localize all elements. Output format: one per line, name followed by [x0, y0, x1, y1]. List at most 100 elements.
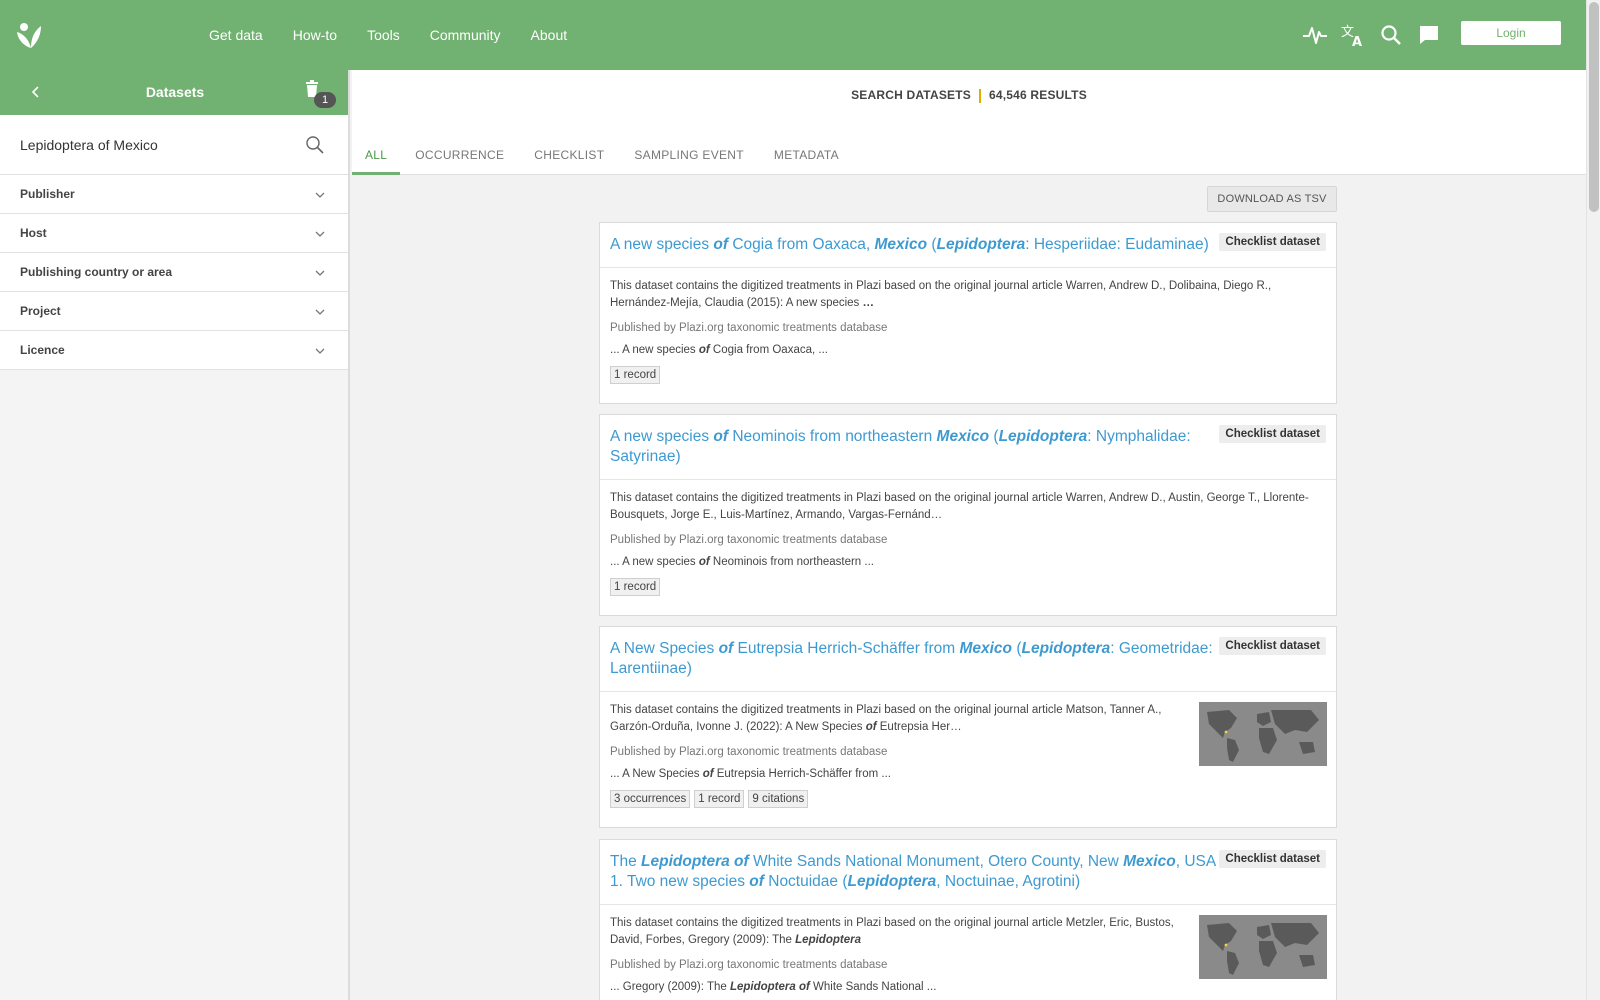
gbif-logo-icon[interactable]: [14, 18, 48, 52]
occurrence-map-thumbnail[interactable]: [1199, 702, 1327, 766]
card-body: This dataset contains the digitized trea…: [600, 692, 1336, 818]
tab-occurrence[interactable]: OCCURRENCE: [400, 140, 519, 175]
filter-host[interactable]: Host: [0, 214, 348, 253]
filter-count-badge: 1: [314, 92, 336, 108]
text-fragment: …: [862, 297, 875, 309]
text-fragment: Lepidoptera: [729, 981, 796, 993]
nav-tools[interactable]: Tools: [352, 0, 415, 70]
text-fragment: White Sands National Monument, Otero Cou…: [748, 853, 1124, 870]
text-fragment: Mexico: [959, 640, 1013, 657]
scrollbar-thumb[interactable]: [1589, 2, 1599, 212]
dataset-description: This dataset contains the digitized trea…: [610, 490, 1326, 524]
metric-chip[interactable]: 1 record: [694, 790, 745, 808]
dataset-title-link[interactable]: A new species of Neominois from northeas…: [610, 427, 1216, 467]
dataset-result-card: A new species of Neominois from northeas…: [599, 414, 1337, 616]
text-fragment: , Noctuinae, Agrotini): [936, 873, 1081, 890]
text-fragment: Lepidoptera: [641, 853, 730, 870]
activity-icon[interactable]: [1302, 20, 1328, 50]
results-count: 64,546 RESULTS: [988, 88, 1087, 102]
text-fragment: Eutrepsia Her…: [876, 721, 962, 733]
text-fragment: of: [734, 853, 749, 870]
clear-filters-button[interactable]: 1: [304, 80, 336, 108]
sidebar-header: Datasets 1: [0, 70, 348, 115]
translate-icon[interactable]: 文 A: [1340, 20, 1366, 50]
dataset-title-link[interactable]: A new species of Cogia from Oaxaca, Mexi…: [610, 235, 1216, 255]
filter-label: Host: [20, 226, 47, 240]
card-header: A new species of Neominois from northeas…: [600, 415, 1336, 480]
text-fragment: (: [1012, 640, 1022, 657]
filter-label: Licence: [20, 343, 65, 357]
search-highlight-snippet: ... A New Species of Eutrepsia Herrich-S…: [610, 768, 1188, 780]
dataset-publisher: Published by Plazi.org taxonomic treatme…: [610, 746, 888, 758]
nav-about[interactable]: About: [516, 0, 583, 70]
text-fragment: ... A new species: [610, 556, 699, 568]
filter-sidebar: Datasets 1 Publisher Host Publishing cou…: [0, 70, 350, 1000]
search-datasets-label: SEARCH DATASETS: [851, 88, 971, 102]
login-button[interactable]: Login: [1461, 21, 1561, 45]
metric-chip[interactable]: 1 record: [610, 578, 661, 596]
dataset-search-input[interactable]: [20, 133, 290, 157]
dataset-result-card: The Lepidoptera of White Sands National …: [599, 839, 1337, 1000]
top-icons: 文 A: [1302, 20, 1442, 50]
download-tsv-button[interactable]: DOWNLOAD AS TSV: [1207, 186, 1337, 212]
sidebar-title: Datasets: [145, 84, 205, 100]
filter-label: Publisher: [20, 187, 75, 201]
search-icon[interactable]: [305, 135, 325, 155]
card-header: A new species of Cogia from Oaxaca, Mexi…: [600, 223, 1336, 268]
filter-label: Publishing country or area: [20, 265, 173, 279]
filter-publisher[interactable]: Publisher: [0, 175, 348, 214]
chevron-down-icon: [315, 270, 325, 276]
text-fragment: Mexico: [936, 428, 990, 445]
metric-chip[interactable]: 3 occurrences: [610, 790, 691, 808]
filter-project[interactable]: Project: [0, 292, 348, 331]
results-separator: [978, 88, 981, 103]
dataset-title-link[interactable]: The Lepidoptera of White Sands National …: [610, 852, 1216, 892]
nav-how-to[interactable]: How-to: [278, 0, 352, 70]
text-fragment: Lepidoptera: [1021, 640, 1111, 657]
text-fragment: A new species: [610, 428, 714, 445]
tab-checklist[interactable]: CHECKLIST: [519, 140, 619, 175]
text-fragment: Cogia from Oaxaca,: [728, 236, 875, 253]
dataset-description: This dataset contains the digitized trea…: [610, 702, 1188, 736]
dataset-type-badge: Checklist dataset: [1219, 425, 1326, 443]
card-body: This dataset contains the digitized trea…: [600, 268, 1336, 394]
text-fragment: (: [927, 236, 937, 253]
dataset-type-badge: Checklist dataset: [1219, 233, 1326, 251]
nav-get-data[interactable]: Get data: [194, 0, 278, 70]
page-scrollbar[interactable]: [1586, 0, 1600, 1000]
text-fragment: of: [798, 981, 810, 993]
results-header: SEARCH DATASETS 64,546 RESULTS ALL OCCURR…: [352, 70, 1586, 175]
dataset-metrics: 1 record: [610, 578, 1326, 596]
dataset-title-link[interactable]: A New Species of Eutrepsia Herrich-Schäf…: [610, 639, 1216, 679]
dataset-publisher: Published by Plazi.org taxonomic treatme…: [610, 959, 888, 971]
text-fragment: Eutrepsia Herrich-Schäffer from: [733, 640, 960, 657]
chevron-down-icon: [315, 231, 325, 237]
dataset-type-badge: Checklist dataset: [1219, 850, 1326, 868]
nav-community[interactable]: Community: [415, 0, 516, 70]
dataset-publisher: Published by Plazi.org taxonomic treatme…: [610, 534, 888, 546]
card-header: The Lepidoptera of White Sands National …: [600, 840, 1336, 905]
card-header: A New Species of Eutrepsia Herrich-Schäf…: [600, 627, 1336, 692]
text-fragment: of: [713, 236, 729, 253]
dataset-type-badge: Checklist dataset: [1219, 637, 1326, 655]
filter-licence[interactable]: Licence: [0, 331, 348, 370]
tab-metadata[interactable]: METADATA: [759, 140, 854, 175]
text-fragment: of: [718, 640, 734, 657]
occurrence-map-thumbnail[interactable]: [1199, 915, 1327, 979]
dataset-publisher: Published by Plazi.org taxonomic treatme…: [610, 322, 888, 334]
tab-sampling-event[interactable]: SAMPLING EVENT: [619, 140, 759, 175]
chevron-left-icon[interactable]: [28, 84, 44, 100]
search-icon[interactable]: [1378, 20, 1404, 50]
text-fragment: A new species: [610, 236, 714, 253]
metric-chip[interactable]: 1 record: [610, 366, 661, 384]
text-fragment: This dataset contains the digitized trea…: [610, 492, 1309, 521]
text-fragment: A New Species: [610, 640, 719, 657]
text-fragment: Mexico: [874, 236, 928, 253]
chevron-down-icon: [315, 192, 325, 198]
filter-publishing-country[interactable]: Publishing country or area: [0, 253, 348, 292]
text-fragment: Lepidoptera: [795, 934, 861, 946]
tab-all[interactable]: ALL: [352, 140, 401, 175]
metric-chip[interactable]: 9 citations: [748, 790, 809, 808]
text-fragment: White Sands National ...: [809, 981, 937, 993]
feedback-icon[interactable]: [1416, 20, 1442, 50]
